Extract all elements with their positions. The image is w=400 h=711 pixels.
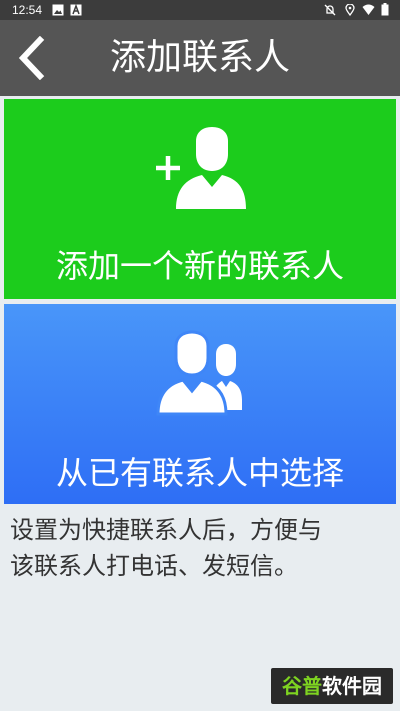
- hint-line-1: 设置为快捷联系人后，方便与: [10, 516, 322, 544]
- status-time: 12:54: [12, 3, 43, 17]
- add-new-contact-label: 添加一个新的联系人: [55, 247, 344, 285]
- page-title: 添加联系人: [109, 37, 290, 78]
- hint-text: 设置为快捷联系人后，方便与 该联系人打电话、发短信。: [10, 512, 394, 584]
- no-notification-icon: [324, 4, 336, 19]
- add-new-contact-button[interactable]: 添加一个新的联系人: [4, 99, 396, 299]
- hint-line-2: 该联系人打电话、发短信。: [10, 552, 298, 580]
- add-person-icon: [156, 127, 246, 213]
- watermark-logo: 谷普软件园: [271, 668, 393, 704]
- location-icon: [345, 3, 355, 19]
- app-header: 添加联系人: [0, 20, 400, 96]
- a-text-icon: [70, 3, 82, 19]
- wifi-icon: [362, 4, 375, 19]
- watermark-accent: 谷普: [282, 674, 322, 698]
- watermark-text: 软件园: [322, 674, 382, 698]
- choose-existing-contact-button[interactable]: 从已有联系人中选择: [4, 304, 396, 504]
- image-icon: [52, 4, 64, 19]
- choose-existing-contact-label: 从已有联系人中选择: [55, 454, 344, 492]
- status-bar: 12:54: [0, 0, 400, 20]
- people-group-icon: [156, 330, 246, 420]
- battery-icon: [381, 3, 389, 19]
